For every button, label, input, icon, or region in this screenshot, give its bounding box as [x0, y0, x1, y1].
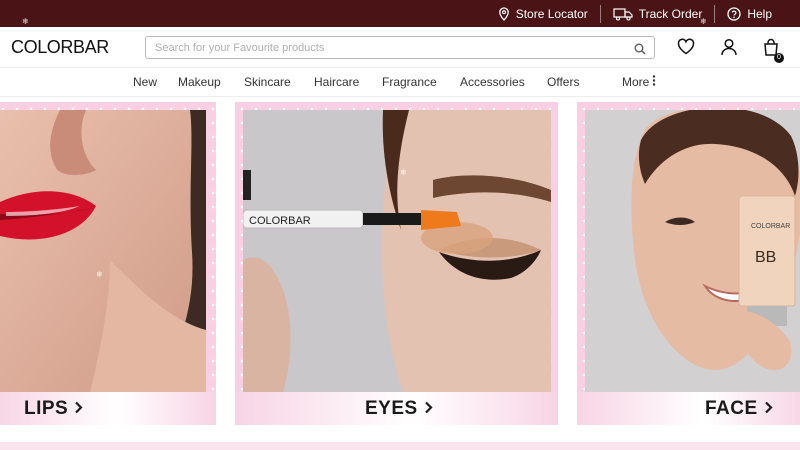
nav-item-fragrance[interactable]: Fragrance	[382, 75, 437, 89]
card-label-bar: EYES	[235, 392, 558, 425]
snowflake-decoration: ❄	[700, 17, 707, 26]
top-utility-bar: ❄ ❄ Store Locator Track Order Help	[0, 0, 800, 27]
category-nav: New Makeup Skincare Haircare Fragrance A…	[0, 67, 800, 97]
category-card-face[interactable]: COLORBAR BB FACE	[577, 102, 800, 425]
delivery-truck-icon	[613, 7, 633, 21]
chevron-right-icon	[764, 398, 773, 420]
brand-logo[interactable]: COLORBAR	[11, 37, 109, 58]
nav-item-accessories[interactable]: Accessories	[460, 75, 525, 89]
nav-item-makeup[interactable]: Makeup	[178, 75, 221, 89]
nav-item-offers[interactable]: Offers	[547, 75, 579, 89]
card-label: EYES	[365, 398, 433, 420]
account-user-icon[interactable]	[720, 38, 738, 61]
search-icon[interactable]	[634, 42, 646, 60]
tube-product-name: BB	[755, 249, 776, 266]
shopping-bag-icon[interactable]: 0	[763, 38, 784, 63]
track-order-link[interactable]: Track Order	[601, 0, 715, 27]
nav-item-haircare[interactable]: Haircare	[314, 75, 359, 89]
eyes-model-image: COLORBAR	[243, 110, 551, 392]
nav-more-menu[interactable]: More	[622, 75, 656, 89]
card-label: FACE	[705, 398, 773, 420]
card-label-text: EYES	[365, 397, 418, 419]
tube-brand-text: COLORBAR	[751, 223, 790, 230]
help-label: Help	[747, 6, 772, 21]
category-cards-section: ❄ LIPS COLORBAR ❄ EYES COLORBAR BB FACE	[0, 97, 800, 450]
snowflake-decoration: ❄	[96, 270, 103, 279]
category-card-eyes[interactable]: COLORBAR ❄ EYES	[235, 102, 558, 425]
nav-item-new[interactable]: New	[133, 75, 157, 89]
help-circle-icon	[727, 6, 741, 21]
search-bar	[145, 36, 655, 59]
snowflake-decoration: ❄	[400, 168, 407, 177]
store-locator-link[interactable]: Store Locator	[486, 0, 600, 27]
search-input[interactable]	[146, 37, 626, 58]
track-order-label: Track Order	[638, 6, 703, 21]
lips-model-image	[0, 110, 206, 392]
card-label: LIPS	[24, 398, 83, 420]
card-label-bar: LIPS	[0, 392, 216, 425]
chevron-right-icon	[424, 398, 433, 420]
card-label-bar: FACE	[577, 392, 800, 425]
chevron-right-icon	[74, 398, 83, 420]
store-locator-label: Store Locator	[515, 6, 588, 21]
wishlist-heart-icon[interactable]	[677, 38, 695, 60]
category-card-lips[interactable]: ❄ LIPS	[0, 102, 216, 425]
nav-more-label: More	[622, 75, 650, 89]
kebab-dots-icon	[652, 75, 656, 89]
cart-count-badge: 0	[774, 53, 784, 63]
next-row-edge	[0, 442, 800, 450]
face-model-image: COLORBAR BB	[585, 110, 800, 392]
card-label-text: FACE	[705, 397, 758, 419]
snowflake-decoration: ❄	[22, 17, 29, 26]
card-label-text: LIPS	[24, 397, 69, 419]
nav-item-skincare[interactable]: Skincare	[244, 75, 291, 89]
main-header: COLORBAR 0	[0, 27, 800, 67]
help-link[interactable]: Help	[715, 0, 784, 27]
brush-brand-text: COLORBAR	[249, 215, 311, 227]
location-pin-icon	[498, 6, 510, 21]
page: ❄ ❄ Store Locator Track Order Help COLOR…	[0, 0, 800, 450]
